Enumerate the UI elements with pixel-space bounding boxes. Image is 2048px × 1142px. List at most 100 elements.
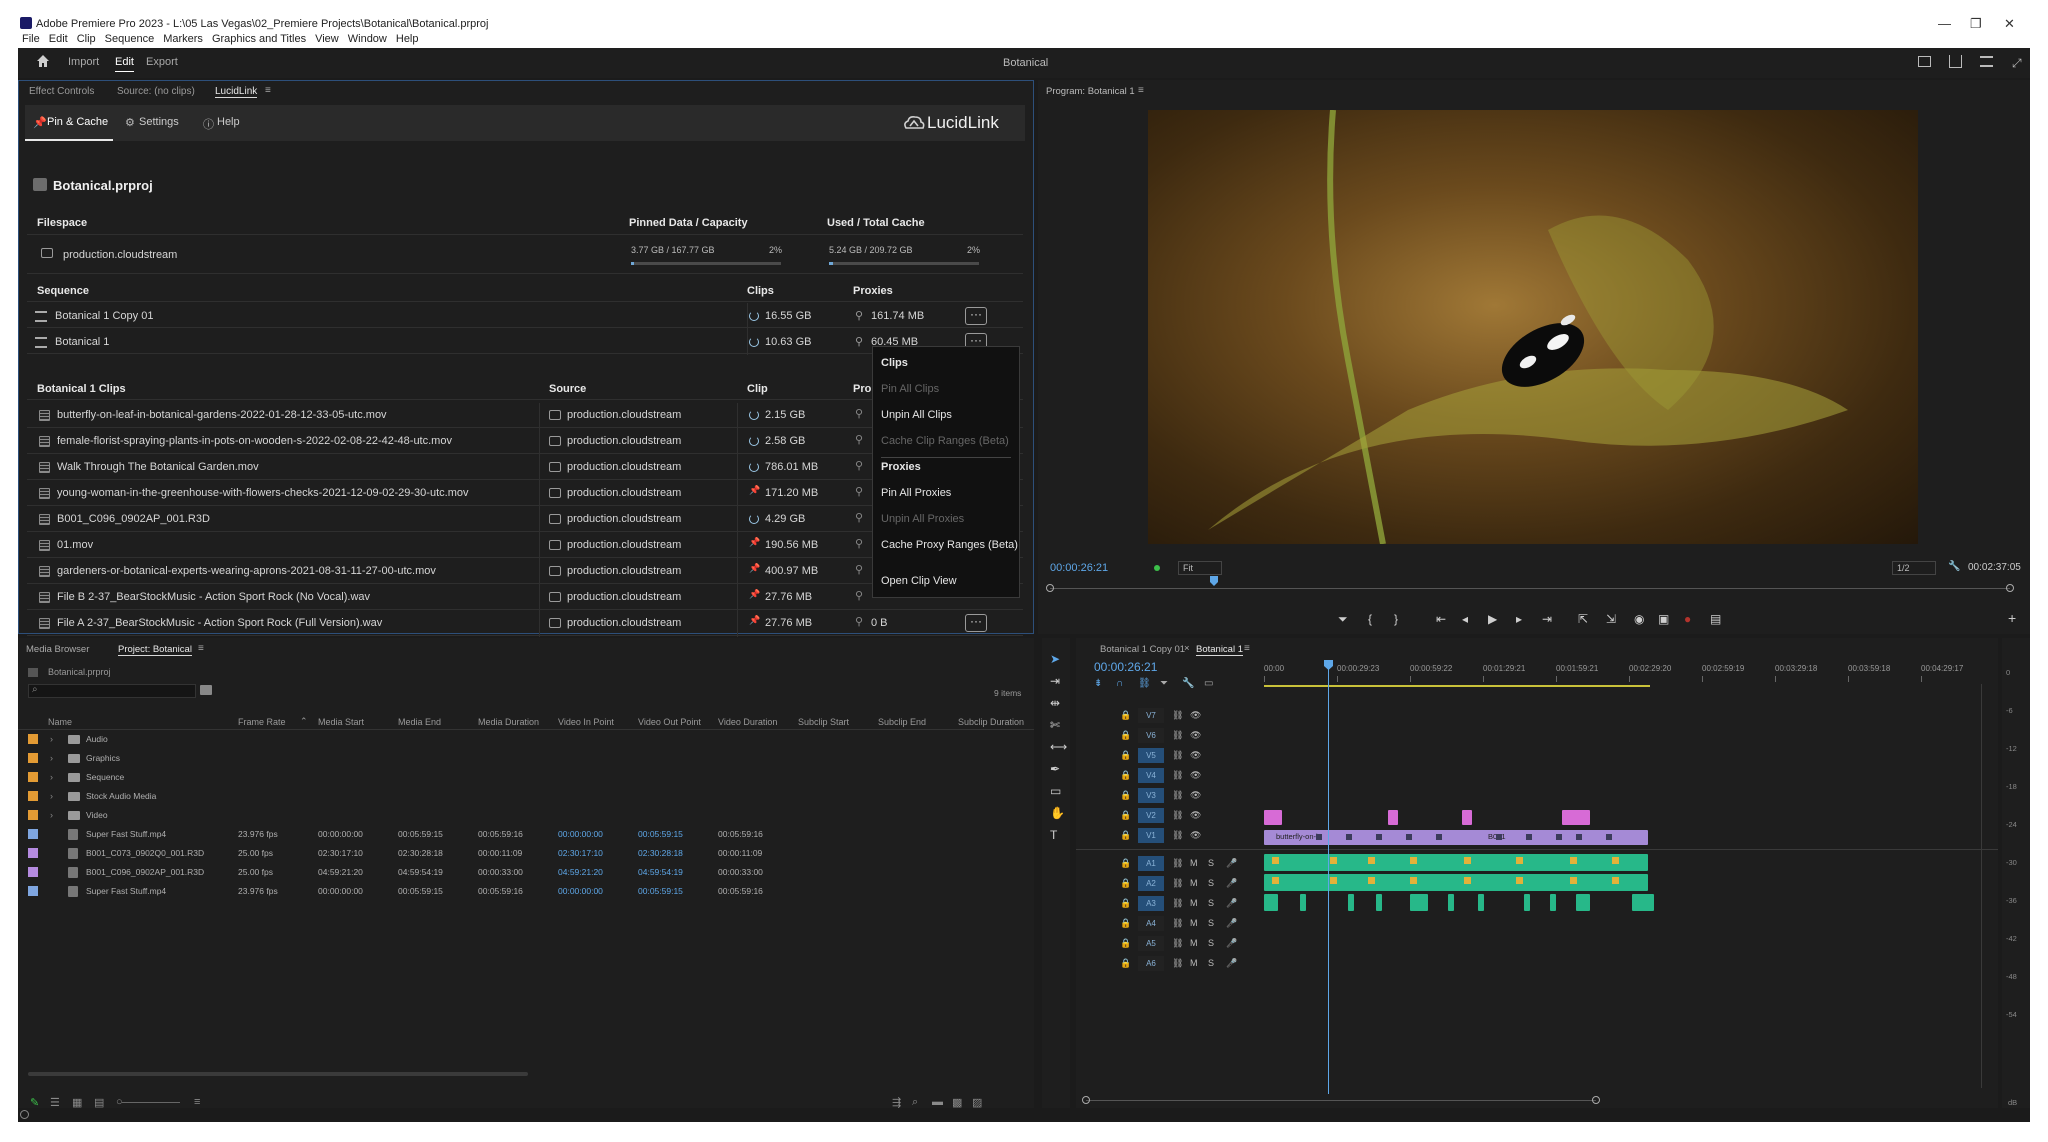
eye-icon[interactable]: 👁 xyxy=(1190,830,1201,841)
label-color[interactable] xyxy=(28,772,38,782)
folder-name[interactable]: Video xyxy=(86,810,108,820)
label-color[interactable] xyxy=(28,867,38,877)
sync-lock-icon[interactable]: ⛓ xyxy=(1172,790,1183,801)
microphone-icon[interactable]: 🎤 xyxy=(1226,958,1237,969)
lock-icon[interactable]: 🔒 xyxy=(1120,938,1131,949)
sync-lock-icon[interactable]: ⛓ xyxy=(1172,958,1183,969)
project-menu-icon[interactable]: ≡ xyxy=(198,643,204,654)
track-target[interactable]: A5 xyxy=(1138,936,1164,951)
mute-button[interactable]: M xyxy=(1190,918,1198,928)
lock-icon[interactable]: 🔒 xyxy=(1120,858,1131,869)
timeline-zoom-bar[interactable] xyxy=(1086,1100,1596,1101)
tab-edit[interactable]: Edit xyxy=(115,56,134,72)
menu-help[interactable]: Help xyxy=(396,33,419,45)
expand-icon[interactable]: › xyxy=(50,791,53,801)
captions-icon[interactable]: ▭ xyxy=(1204,678,1213,689)
nest-icon[interactable]: ⇟ xyxy=(1094,678,1102,689)
step-forward-icon[interactable]: ▸ xyxy=(1516,612,1522,626)
eye-icon[interactable]: 👁 xyxy=(1190,710,1201,721)
audio-clip-a3[interactable] xyxy=(1576,894,1590,911)
sort-icon[interactable]: ⌃ xyxy=(300,716,308,727)
solo-button[interactable]: S xyxy=(1208,958,1214,968)
lock-icon[interactable]: 🔒 xyxy=(1120,730,1131,741)
audio-clip-a3[interactable] xyxy=(1300,894,1306,911)
folder-name[interactable]: Sequence xyxy=(86,772,124,782)
microphone-icon[interactable]: 🎤 xyxy=(1226,938,1237,949)
menu-graphics-and-titles[interactable]: Graphics and Titles xyxy=(212,33,306,45)
close-button[interactable]: ✕ xyxy=(2004,16,2015,32)
wrench-icon[interactable]: 🔧 xyxy=(1948,561,1960,572)
maximize-button[interactable]: ❐ xyxy=(1970,16,1982,32)
microphone-icon[interactable]: 🎤 xyxy=(1226,858,1237,869)
lock-icon[interactable]: 🔒 xyxy=(1120,710,1131,721)
audio-clip-a2[interactable] xyxy=(1264,874,1648,891)
sync-lock-icon[interactable]: ⛓ xyxy=(1172,898,1183,909)
audio-clip-a3[interactable] xyxy=(1478,894,1484,911)
tab-import[interactable]: Import xyxy=(68,56,99,68)
sync-lock-icon[interactable]: ⛓ xyxy=(1172,710,1183,721)
eye-icon[interactable]: 👁 xyxy=(1190,770,1201,781)
lift-icon[interactable]: ⇱ xyxy=(1578,612,1588,626)
selection-tool-icon[interactable]: ➤ xyxy=(1050,652,1060,666)
column-header[interactable]: Subclip Duration xyxy=(958,717,1024,727)
menu-view[interactable]: View xyxy=(315,33,339,45)
slip-tool-icon[interactable]: ⟷ xyxy=(1050,740,1067,754)
step-back-icon[interactable]: ◂ xyxy=(1462,612,1468,626)
eye-icon[interactable]: 👁 xyxy=(1190,790,1201,801)
tab-pin-cache[interactable]: 📌 Pin & Cache xyxy=(25,105,113,141)
out-point-icon[interactable]: } xyxy=(1394,612,1398,626)
ripple-edit-icon[interactable]: ⇹ xyxy=(1050,696,1060,710)
microphone-icon[interactable]: 🎤 xyxy=(1226,898,1237,909)
workspaces-icon[interactable] xyxy=(1918,56,1931,67)
timeline-timecode[interactable]: 00:00:26:21 xyxy=(1094,660,1157,674)
tab-effect-controls[interactable]: Effect Controls xyxy=(29,86,94,97)
folder-name[interactable]: Graphics xyxy=(86,753,120,763)
clip-more-button[interactable]: ··· xyxy=(965,614,987,632)
sync-lock-icon[interactable]: ⛓ xyxy=(1172,750,1183,761)
graphic-clip[interactable] xyxy=(1388,810,1398,825)
label-color[interactable] xyxy=(28,791,38,801)
zoom-left-handle[interactable] xyxy=(1082,1096,1090,1104)
track-target[interactable]: V3 xyxy=(1138,788,1164,803)
column-header[interactable]: Name xyxy=(48,717,72,727)
menu-sequence[interactable]: Sequence xyxy=(105,33,155,45)
menu-item-unpin-all-clips[interactable]: Unpin All Clips xyxy=(881,409,952,421)
column-header[interactable]: Media Duration xyxy=(478,717,539,727)
track-target[interactable]: V6 xyxy=(1138,728,1164,743)
menu-item-pin-all-proxies[interactable]: Pin All Proxies xyxy=(881,487,951,499)
tab-help[interactable]: Help xyxy=(217,116,240,128)
menu-item-pin-all-clips[interactable]: Pin All Clips xyxy=(881,383,939,395)
menu-file[interactable]: File xyxy=(22,33,40,45)
track-target[interactable]: V5 xyxy=(1138,748,1164,763)
solo-button[interactable]: S xyxy=(1208,918,1214,928)
zoom-slider-track[interactable] xyxy=(122,1102,180,1103)
razor-icon[interactable]: ✄ xyxy=(1050,718,1060,732)
microphone-icon[interactable]: 🎤 xyxy=(1226,878,1237,889)
menu-markers[interactable]: Markers xyxy=(163,33,203,45)
track-target[interactable]: A6 xyxy=(1138,956,1164,971)
mute-button[interactable]: M xyxy=(1190,858,1198,868)
graphic-clip[interactable] xyxy=(1264,810,1282,825)
audio-clip-a3[interactable] xyxy=(1376,894,1382,911)
eye-icon[interactable]: 👁 xyxy=(1190,730,1201,741)
sync-lock-icon[interactable]: ⛓ xyxy=(1172,810,1183,821)
go-to-out-icon[interactable]: ⇥ xyxy=(1542,612,1552,626)
rectangle-tool-icon[interactable]: ▭ xyxy=(1050,784,1061,798)
mute-button[interactable]: M xyxy=(1190,898,1198,908)
lock-icon[interactable]: 🔒 xyxy=(1120,898,1131,909)
program-timecode[interactable]: 00:00:26:21 xyxy=(1050,562,1108,574)
solo-button[interactable]: S xyxy=(1208,858,1214,868)
playhead-marker[interactable] xyxy=(1210,576,1218,586)
eye-icon[interactable]: 👁 xyxy=(1190,810,1201,821)
search-input[interactable] xyxy=(28,684,196,698)
zoom-select[interactable]: Fit xyxy=(1178,561,1222,575)
label-color[interactable] xyxy=(28,810,38,820)
new-bin-icon[interactable] xyxy=(200,685,212,695)
work-area-bar[interactable] xyxy=(1264,685,1650,687)
microphone-icon[interactable]: 🎤 xyxy=(1226,918,1237,929)
snap-icon[interactable]: ∩ xyxy=(1116,678,1123,689)
track-target[interactable]: A4 xyxy=(1138,916,1164,931)
folder-name[interactable]: Stock Audio Media xyxy=(86,791,156,801)
audio-clip-a1[interactable] xyxy=(1264,854,1648,871)
graphic-clip[interactable] xyxy=(1462,810,1472,825)
